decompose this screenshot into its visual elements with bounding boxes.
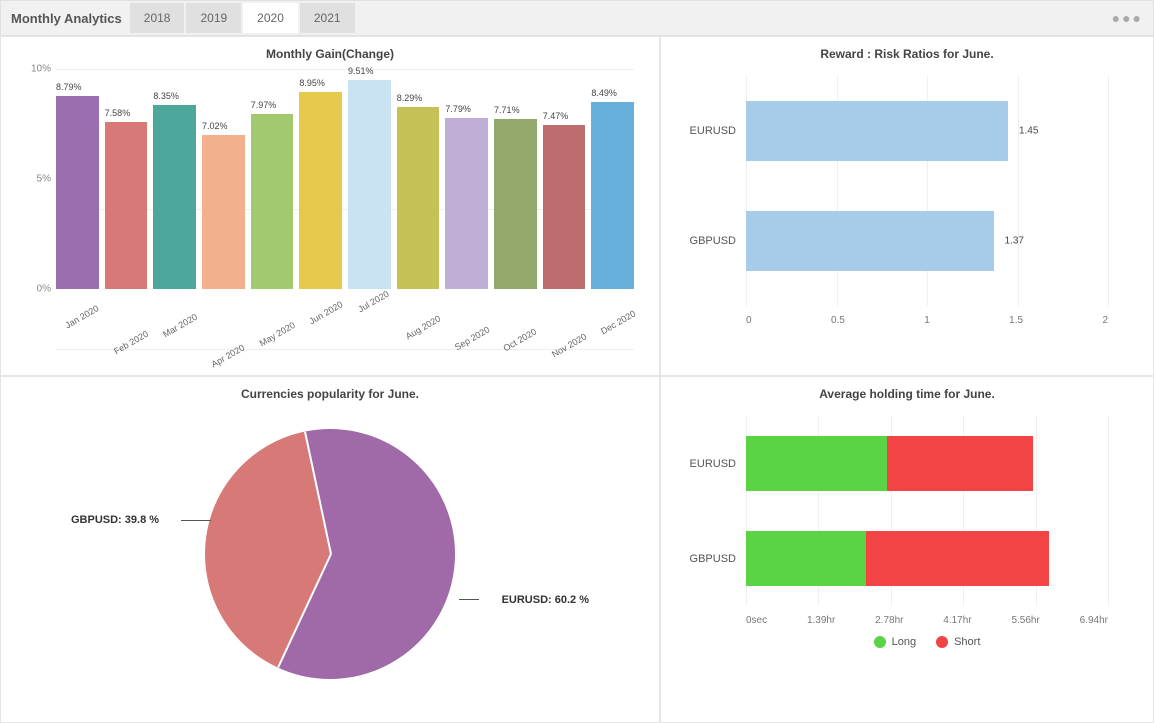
legend-dot-short: [936, 636, 948, 648]
reward-risk-chart: EURUSD1.45GBPUSD1.37 0 0.5 1 1.5 2: [746, 76, 1108, 336]
legend-label-long: Long: [892, 636, 916, 648]
bar-value-label: 9.51%: [348, 66, 374, 76]
ytick-5: 5%: [37, 174, 51, 185]
legend-short: Short: [936, 636, 980, 648]
chart-title-monthly-gain: Monthly Gain(Change): [16, 47, 644, 61]
hbar-xtick: 2: [1102, 315, 1108, 326]
hbar-value: 1.37: [1005, 236, 1024, 247]
bar-category-label: Sep 2020: [453, 324, 491, 352]
bar-value-label: 7.02%: [202, 121, 228, 131]
hbar-xtick: 0.5: [831, 315, 845, 326]
legend-long: Long: [874, 636, 916, 648]
hbar-row: GBPUSD1.37: [746, 186, 1108, 296]
hbar-bar: 1.37: [746, 211, 994, 271]
pie: [205, 429, 455, 679]
tab-2020[interactable]: 2020: [243, 3, 298, 33]
stbar-long: [746, 436, 887, 491]
year-tabs: 2018 2019 2020 2021: [130, 3, 355, 33]
stbar-xtick: 1.39hr: [807, 615, 835, 626]
bar-category-label: May 2020: [258, 320, 297, 348]
bar-col: 8.49%Dec 2020: [591, 102, 634, 289]
legend-label-short: Short: [954, 636, 980, 648]
bar-col: 8.29%Aug 2020: [397, 107, 440, 289]
bar-col: 7.47%Nov 2020: [543, 125, 586, 289]
bar-col: 7.79%Sep 2020: [445, 118, 488, 289]
bar-value-label: 7.47%: [543, 111, 569, 121]
stbar-xtick: 2.78hr: [875, 615, 903, 626]
bar-value-label: 7.97%: [251, 100, 277, 110]
bar-category-label: Jun 2020: [307, 299, 344, 326]
bar-col: 7.02%Apr 2020: [202, 135, 245, 289]
bar-category-label: Apr 2020: [210, 342, 247, 369]
hbar-row: EURUSD1.45: [746, 76, 1108, 186]
chart-title-reward-risk: Reward : Risk Ratios for June.: [676, 47, 1138, 61]
bar-category-label: Aug 2020: [404, 313, 442, 341]
pie-label-gbpusd: GBPUSD: 39.8 %: [71, 514, 159, 526]
stbar-row: GBPUSD: [746, 511, 1108, 606]
hbar-category: GBPUSD: [676, 235, 736, 247]
holding-time-legend: Long Short: [746, 636, 1108, 648]
header-title: Monthly Analytics: [11, 11, 122, 26]
bar-value-label: 8.35%: [153, 91, 179, 101]
stbar-short: [887, 436, 1033, 491]
bar-value-label: 8.79%: [56, 82, 82, 92]
ytick-0: 0%: [37, 284, 51, 295]
bar-category-label: Nov 2020: [550, 331, 588, 359]
hbar-bar: 1.45: [746, 101, 1008, 161]
bar-value-label: 8.29%: [397, 93, 423, 103]
hbar-xtick: 0: [746, 315, 752, 326]
stbar-xtick: 0sec: [746, 615, 767, 626]
bar-value-label: 8.49%: [591, 88, 617, 98]
bar-col: 7.71%Oct 2020: [494, 119, 537, 289]
bar-value-label: 7.58%: [105, 108, 131, 118]
currencies-pie-chart: EURUSD: 60.2 % GBPUSD: 39.8 %: [16, 409, 644, 699]
bar-col: 8.35%Mar 2020: [153, 105, 196, 289]
bar-category-label: Mar 2020: [161, 312, 199, 340]
bar-col: 7.58%Feb 2020: [105, 122, 148, 289]
bar-value-label: 8.95%: [299, 78, 325, 88]
bar-value-label: 7.79%: [445, 104, 471, 114]
ytick-10: 10%: [31, 64, 51, 75]
hbar-xtick: 1: [924, 315, 930, 326]
panel-currencies-popularity: Currencies popularity for June. EURUSD: …: [0, 376, 660, 723]
legend-dot-long: [874, 636, 886, 648]
bar-category-label: Jan 2020: [64, 303, 101, 330]
pie-label-eurusd: EURUSD: 60.2 %: [502, 594, 589, 606]
panel-monthly-gain: Monthly Gain(Change) 10% 5% 0% 8.79%Jan …: [0, 36, 660, 376]
bar-category-label: Jul 2020: [357, 288, 391, 314]
hbar-xtick: 1.5: [1009, 315, 1023, 326]
bar-col: 9.51%Jul 2020: [348, 80, 391, 289]
stbar-xtick: 6.94hr: [1080, 615, 1108, 626]
tab-2021[interactable]: 2021: [300, 3, 355, 33]
bar-col: 7.97%May 2020: [251, 114, 294, 289]
stbar-category: EURUSD: [676, 458, 736, 470]
stbar-row: EURUSD: [746, 416, 1108, 511]
stbar-category: GBPUSD: [676, 553, 736, 565]
bar-value-label: 7.71%: [494, 105, 520, 115]
hbar-category: EURUSD: [676, 125, 736, 137]
monthly-gain-chart: 10% 5% 0% 8.79%Jan 20207.58%Feb 20208.35…: [56, 69, 634, 349]
more-icon[interactable]: ●●●: [1112, 10, 1143, 26]
stbar-long: [746, 531, 866, 586]
bar-col: 8.79%Jan 2020: [56, 96, 99, 289]
bar-category-label: Feb 2020: [112, 329, 150, 357]
tab-2018[interactable]: 2018: [130, 3, 185, 33]
chart-title-currencies: Currencies popularity for June.: [16, 387, 644, 401]
stbar-short: [866, 531, 1049, 586]
panel-holding-time: Average holding time for June. EURUSDGBP…: [660, 376, 1154, 723]
header: Monthly Analytics 2018 2019 2020 2021 ●●…: [0, 0, 1154, 36]
chart-title-holding-time: Average holding time for June.: [676, 387, 1138, 401]
bar-col: 8.95%Jun 2020: [299, 92, 342, 289]
panel-reward-risk: Reward : Risk Ratios for June. EURUSD1.4…: [660, 36, 1154, 376]
bar-category-label: Dec 2020: [599, 309, 637, 337]
hbar-value: 1.45: [1019, 126, 1038, 137]
tab-2019[interactable]: 2019: [186, 3, 241, 33]
holding-time-chart: EURUSDGBPUSD 0sec 1.39hr 2.78hr 4.17hr 5.56hr…: [746, 416, 1108, 656]
stbar-xtick: 4.17hr: [943, 615, 971, 626]
stbar-xtick: 5.56hr: [1011, 615, 1039, 626]
